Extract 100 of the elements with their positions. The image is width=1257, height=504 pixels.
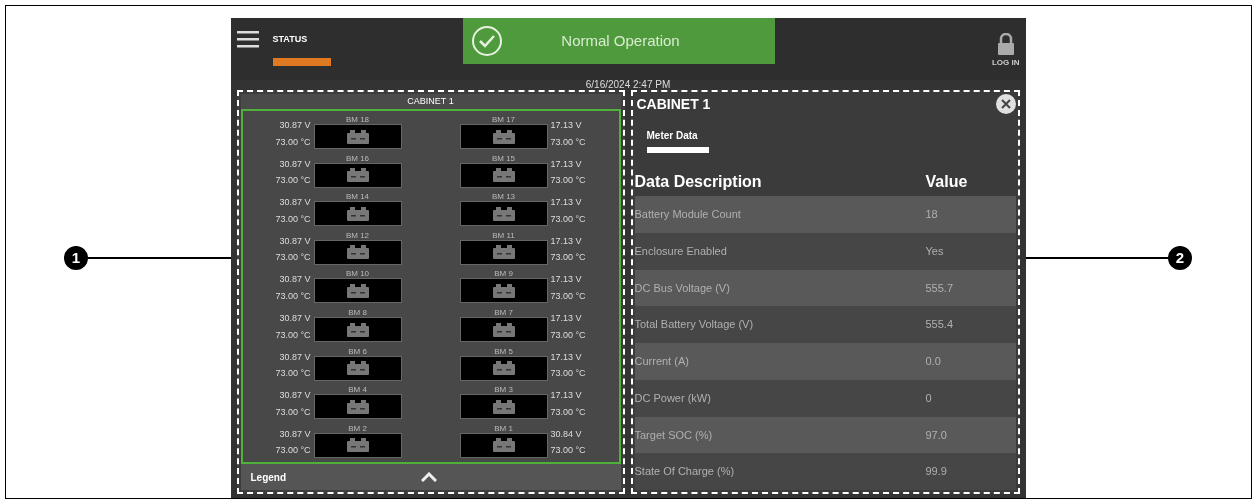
battery-module-tile[interactable] xyxy=(459,162,548,188)
temperature-reading: 73.00 °C xyxy=(275,174,311,188)
table-cell-text: Target SOC (%) xyxy=(634,427,714,443)
battery-icon xyxy=(346,168,369,183)
temperature-reading: 73.00 °C xyxy=(275,444,311,458)
battery-module-tile[interactable] xyxy=(313,394,402,420)
voltage-reading: 30.87 V xyxy=(279,234,311,248)
voltage-reading: 30.87 V xyxy=(279,312,311,325)
legend-bar[interactable]: Legend xyxy=(240,464,621,490)
module-label: BM 13 xyxy=(491,192,516,202)
battery-icon xyxy=(492,168,515,183)
column-header: Data Description xyxy=(634,172,763,192)
temperature-reading: 73.00 °C xyxy=(275,212,311,226)
battery-icon xyxy=(492,438,515,453)
battery-icon xyxy=(346,322,369,337)
temperature-reading: 73.00 °C xyxy=(275,328,311,342)
temperature-reading: 73.00 °C xyxy=(550,135,586,149)
battery-module-tile[interactable] xyxy=(313,201,402,227)
table-cell-text: DC Power (kW) xyxy=(634,390,712,406)
voltage-reading: 17.13 V xyxy=(550,196,582,210)
table-cell-text: Total Battery Voltage (V) xyxy=(634,317,755,333)
voltage-reading: 30.87 V xyxy=(279,119,311,133)
temperature-reading: 73.00 °C xyxy=(550,251,586,265)
battery-module-tile[interactable] xyxy=(459,278,548,304)
battery-module-tile[interactable] xyxy=(459,239,548,265)
battery-icon xyxy=(492,361,515,376)
table-cell-text: Yes xyxy=(925,243,945,259)
module-label: BM 16 xyxy=(345,153,370,163)
voltage-reading: 17.13 V xyxy=(550,389,582,403)
table-cell-text: State Of Charge (%) xyxy=(634,464,736,480)
voltage-reading: 30.87 V xyxy=(279,157,311,171)
cabinet-title-bar: CABINET 1 xyxy=(240,94,621,109)
battery-module-tile[interactable] xyxy=(459,432,548,458)
temperature-reading: 73.00 °C xyxy=(550,328,586,342)
battery-module-tile[interactable] xyxy=(313,278,402,304)
table-cell-text: DC Bus Voltage (V) xyxy=(634,280,731,296)
module-label: BM 10 xyxy=(345,269,370,279)
module-label: BM 14 xyxy=(345,192,370,202)
battery-module-tile[interactable] xyxy=(313,239,402,265)
temperature-reading: 73.00 °C xyxy=(275,405,311,419)
meter-data-tab[interactable]: Meter Data xyxy=(646,128,709,166)
battery-icon xyxy=(346,361,369,376)
module-label: BM 7 xyxy=(494,308,513,317)
table-cell-text: 99.9 xyxy=(925,464,948,480)
login-button[interactable]: LOG IN xyxy=(991,29,1020,69)
battery-icon xyxy=(492,129,515,144)
voltage-reading: 30.87 V xyxy=(279,350,311,364)
close-icon[interactable] xyxy=(995,94,1016,114)
battery-module-tile[interactable] xyxy=(313,317,402,342)
table-cell-text: Battery Module Count xyxy=(634,207,742,223)
table-cell-text: 0.0 xyxy=(925,354,942,370)
battery-module-tile[interactable] xyxy=(313,124,402,150)
module-label: BM 4 xyxy=(348,385,367,395)
table-cell-text: Current (A) xyxy=(634,354,690,370)
battery-icon xyxy=(492,283,515,298)
battery-module-tile[interactable] xyxy=(313,162,402,188)
module-label: BM 6 xyxy=(348,346,367,356)
temperature-reading: 73.00 °C xyxy=(550,367,586,381)
table-cell-text: 18 xyxy=(925,207,939,223)
voltage-reading: 30.84 V xyxy=(550,427,582,441)
temperature-reading: 73.00 °C xyxy=(550,444,586,458)
battery-icon xyxy=(346,438,369,453)
voltage-reading: 30.87 V xyxy=(279,389,311,403)
date-time: 6/16/2024 2:47 PM xyxy=(585,80,671,90)
temperature-reading: 73.00 °C xyxy=(275,251,311,265)
battery-module-tile[interactable] xyxy=(459,317,548,342)
battery-icon xyxy=(492,206,515,221)
module-label: BM 8 xyxy=(348,308,367,317)
temperature-reading: 73.00 °C xyxy=(275,135,311,149)
module-label: BM 9 xyxy=(494,269,513,279)
voltage-reading: 17.13 V xyxy=(550,234,582,248)
battery-icon xyxy=(492,399,515,414)
column-header: Value xyxy=(925,172,969,192)
temperature-reading: 73.00 °C xyxy=(550,405,586,419)
battery-module-tile[interactable] xyxy=(459,124,548,150)
battery-module-tile[interactable] xyxy=(459,394,548,420)
menu-icon[interactable] xyxy=(236,30,259,48)
temperature-reading: 73.00 °C xyxy=(550,212,586,226)
status-text: Normal Operation xyxy=(560,30,681,51)
battery-icon xyxy=(492,245,515,260)
check-circle-icon xyxy=(470,25,503,57)
battery-module-tile[interactable] xyxy=(313,355,402,381)
voltage-reading: 30.87 V xyxy=(279,196,311,210)
table-cell-text: 555.4 xyxy=(925,317,955,333)
lock-icon xyxy=(996,33,1015,55)
module-label: BM 11 xyxy=(492,230,515,240)
voltage-reading: 30.87 V xyxy=(279,273,311,287)
table-cell-text: 555.7 xyxy=(925,280,955,296)
voltage-reading: 30.87 V xyxy=(279,427,311,441)
status-tab[interactable]: STATUS xyxy=(272,30,331,66)
temperature-reading: 73.00 °C xyxy=(550,174,586,188)
battery-module-tile[interactable] xyxy=(459,355,548,381)
battery-module-tile[interactable] xyxy=(313,432,402,458)
table-cell-text: 97.0 xyxy=(925,427,948,443)
battery-icon xyxy=(492,322,515,337)
battery-module-tile[interactable] xyxy=(459,201,548,227)
chevron-up-icon[interactable] xyxy=(420,472,437,482)
temperature-reading: 73.00 °C xyxy=(550,289,586,303)
battery-icon xyxy=(346,206,369,221)
module-label: BM 12 xyxy=(345,230,370,240)
